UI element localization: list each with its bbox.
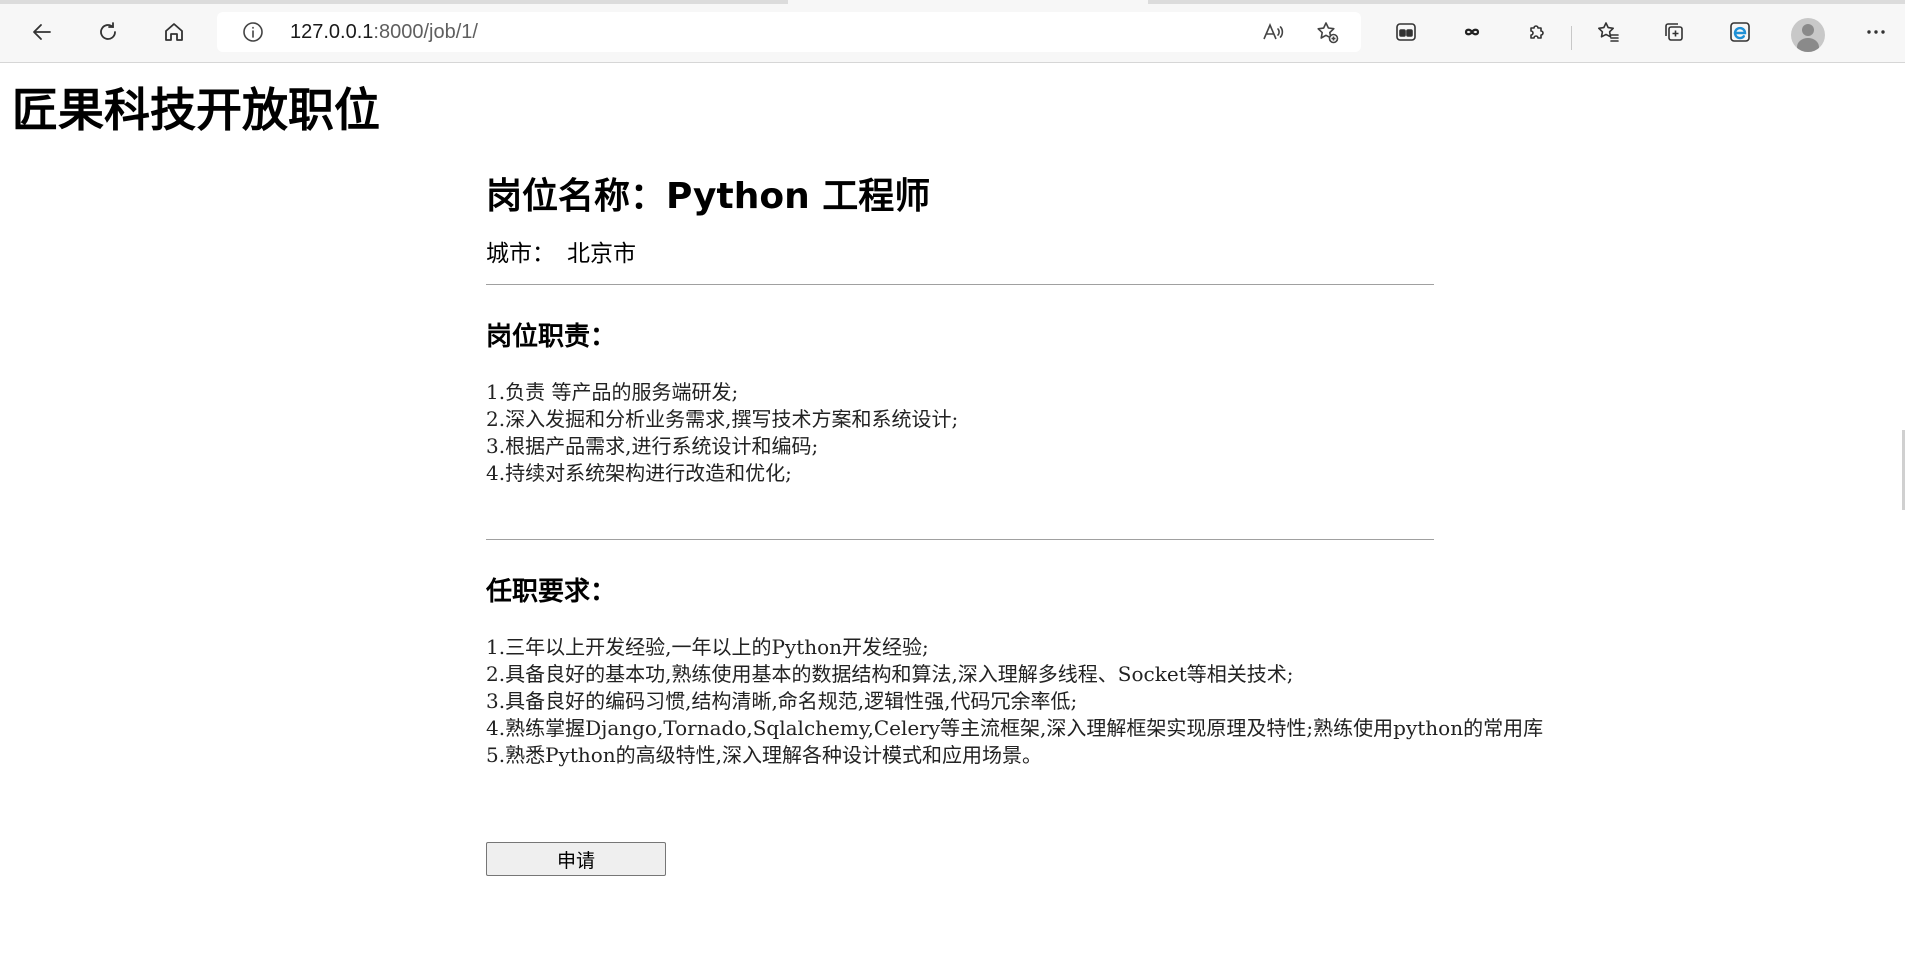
read-aloud-icon[interactable] <box>1261 20 1285 44</box>
info-icon[interactable] <box>241 20 265 44</box>
favorites-button[interactable] <box>1590 14 1626 50</box>
back-button[interactable] <box>24 14 60 50</box>
star-plus-icon[interactable] <box>1315 20 1339 44</box>
browser-toolbar: 127.0.0.1:8000/job/1/ <box>0 4 1905 63</box>
site-title: 匠果科技开放职位 <box>12 83 380 137</box>
list-item: 5.熟悉Python的高级特性,深入理解各种设计模式和应用场景。 <box>486 743 1043 767</box>
list-item: 4.持续对系统架构进行改造和优化; <box>486 461 792 485</box>
refresh-icon <box>100 22 116 40</box>
apply-button[interactable]: 申请 <box>486 842 666 876</box>
url-host: 127.0.0.1 <box>290 21 374 43</box>
address-bar[interactable]: 127.0.0.1:8000/job/1/ <box>217 12 1361 52</box>
refresh-button[interactable] <box>90 14 126 50</box>
arrow-left-icon <box>33 24 51 40</box>
requirements-list: 1.三年以上开发经验,一年以上的Python开发经验; 2.具备良好的基本功,熟… <box>486 634 1544 769</box>
puzzle-icon <box>1530 25 1544 39</box>
url-path: :8000/job/1/ <box>373 21 478 43</box>
city-line: 城市： 北京市 <box>486 238 1434 270</box>
responsibilities-list: 1.负责 等产品的服务端研发; 2.深入发掘和分析业务需求,撰写技术方案和系统设… <box>486 379 1434 487</box>
list-item: 2.具备良好的基本功,熟练使用基本的数据结构和算法,深入理解多线程、Socket… <box>486 662 1294 686</box>
infinity-icon <box>1464 28 1480 36</box>
workspaces-icon <box>1396 23 1416 41</box>
ellipsis-icon <box>1867 30 1885 34</box>
avatar-icon[interactable] <box>1791 18 1825 52</box>
home-button[interactable] <box>156 14 192 50</box>
infinity-button[interactable] <box>1454 14 1490 50</box>
ie-mode-icon <box>1730 22 1750 42</box>
ie-mode-button[interactable] <box>1722 14 1758 50</box>
list-item: 1.三年以上开发经验,一年以上的Python开发经验; <box>486 635 929 659</box>
collections-button[interactable] <box>1656 14 1692 50</box>
toolbar-divider <box>1571 26 1572 50</box>
job-detail: 岗位名称：Python 工程师 城市： 北京市 岗位职责： 1.负责 等产品的服务… <box>486 170 1544 769</box>
list-item: 3.具备良好的编码习惯,结构清晰,命名规范,逻辑性强,代码冗余率低; <box>486 689 1078 713</box>
list-item: 4.熟练掌握Django,Tornado,Sqlalchemy,Celery等主… <box>486 716 1544 740</box>
extensions-button[interactable] <box>1520 14 1556 50</box>
collections-icon <box>1665 23 1683 41</box>
favorites-icon <box>1598 22 1619 42</box>
list-item: 1.负责 等产品的服务端研发; <box>486 380 739 404</box>
home-icon <box>165 23 183 41</box>
city-value: 北京市 <box>567 241 636 267</box>
divider-1 <box>486 284 1434 285</box>
more-button[interactable] <box>1858 14 1894 50</box>
city-label: 城市： <box>486 241 555 267</box>
requirements-heading: 任职要求： <box>486 577 617 607</box>
divider-2 <box>486 539 1434 540</box>
responsibilities-heading: 岗位职责： <box>486 322 617 352</box>
list-item: 2.深入发掘和分析业务需求,撰写技术方案和系统设计; <box>486 407 959 431</box>
job-title: 岗位名称：Python 工程师 <box>486 176 931 217</box>
url-text[interactable]: 127.0.0.1:8000/job/1/ <box>290 12 478 52</box>
list-item: 3.根据产品需求,进行系统设计和编码; <box>486 434 819 458</box>
workspaces-button[interactable] <box>1388 14 1424 50</box>
